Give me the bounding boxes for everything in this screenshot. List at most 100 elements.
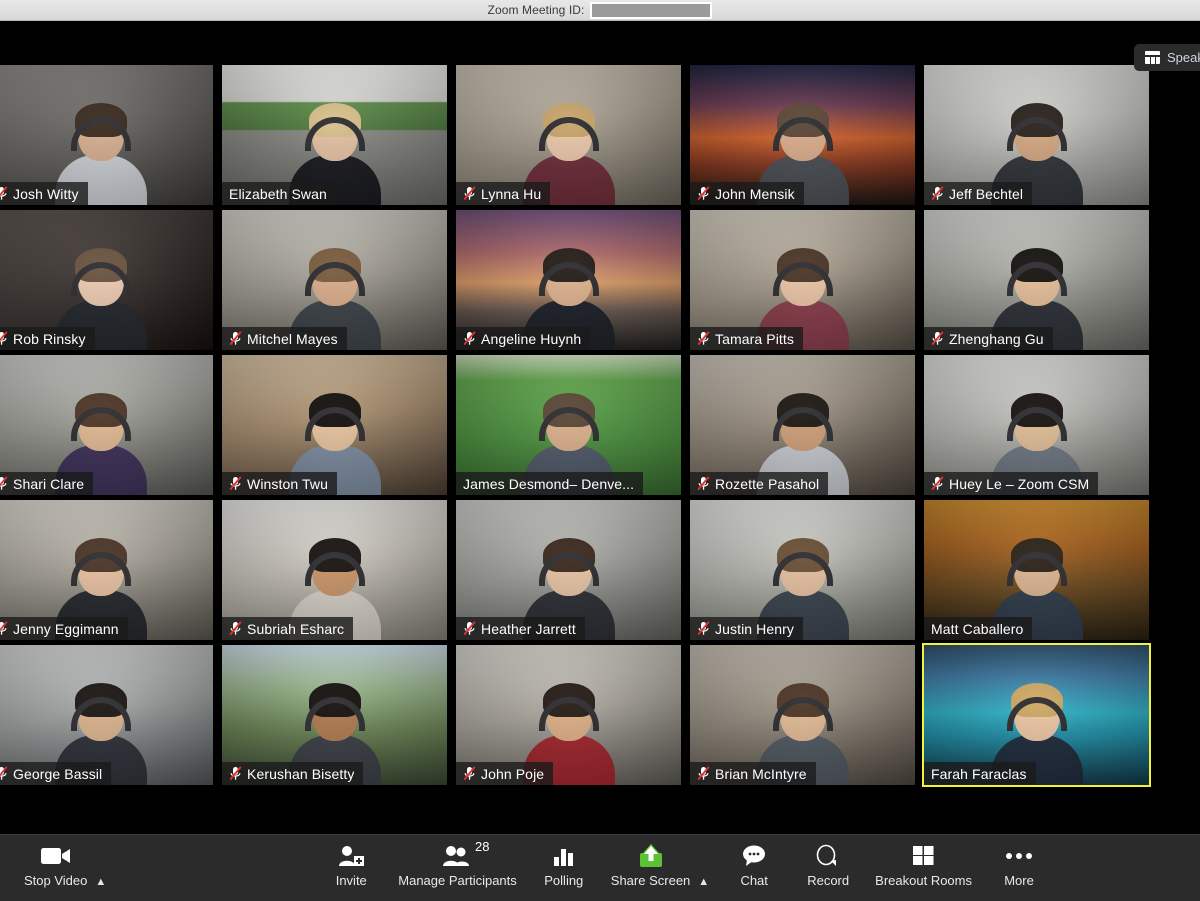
participant-nameplate: Zhenghang Gu <box>924 327 1053 350</box>
participant-nameplate: James Desmond– Denve... <box>456 472 644 495</box>
grid-view-icon <box>1145 51 1161 64</box>
manage-participants-label: Manage Participants <box>398 873 517 888</box>
participant-tile[interactable]: Jenny Eggimann <box>0 500 213 640</box>
muted-microphone-icon <box>931 331 944 346</box>
participant-nameplate: Huey Le – Zoom CSM <box>924 472 1099 495</box>
chat-label: Chat <box>740 873 768 888</box>
participant-tile[interactable]: Huey Le – Zoom CSM <box>924 355 1149 495</box>
muted-microphone-icon <box>463 621 476 636</box>
polling-button[interactable]: Polling <box>527 835 601 888</box>
participant-name: Subriah Esharc <box>247 620 345 637</box>
participant-name: Angeline Huynh <box>481 330 582 347</box>
participant-nameplate: Jeff Bechtel <box>924 182 1033 205</box>
participant-tile[interactable]: George Bassil <box>0 645 213 785</box>
participant-nameplate: Jenny Eggimann <box>0 617 128 640</box>
share-screen-button[interactable]: Share Screen <box>601 835 701 888</box>
participant-tile[interactable]: Brian McIntyre <box>690 645 915 785</box>
participant-tile[interactable]: Tamara Pitts <box>690 210 915 350</box>
participant-name: Mitchel Mayes <box>247 330 338 347</box>
people-icon: 28 <box>442 839 490 869</box>
chat-bubble-icon <box>741 842 767 869</box>
participant-name: Elizabeth Swan <box>229 185 327 202</box>
record-circle-icon <box>815 842 841 869</box>
muted-microphone-icon <box>463 766 476 781</box>
participant-tile[interactable]: Elizabeth Swan <box>222 65 447 205</box>
invite-label: Invite <box>335 873 367 888</box>
participant-nameplate: Farah Faraclas <box>924 762 1036 785</box>
participant-tile[interactable]: Josh Witty <box>0 65 213 205</box>
muted-microphone-icon <box>697 476 710 491</box>
participant-tile[interactable]: Subriah Esharc <box>222 500 447 640</box>
record-button[interactable]: Record <box>791 835 865 888</box>
participant-name: Rozette Pasahol <box>715 475 820 492</box>
participant-nameplate: Subriah Esharc <box>222 617 354 640</box>
participant-name: Zhenghang Gu <box>949 330 1044 347</box>
participant-nameplate: Heather Jarrett <box>456 617 585 640</box>
participant-name: Winston Twu <box>247 475 328 492</box>
muted-microphone-icon <box>697 766 710 781</box>
participant-name: Justin Henry <box>715 620 795 637</box>
participant-tile[interactable]: John Mensik <box>690 65 915 205</box>
muted-microphone-icon <box>463 331 476 346</box>
muted-microphone-icon <box>697 186 710 201</box>
meeting-id-label: Zoom Meeting ID: <box>487 3 585 17</box>
manage-participants-button[interactable]: 28 Manage Participants <box>388 835 527 888</box>
participant-tile[interactable]: Shari Clare <box>0 355 213 495</box>
muted-microphone-icon <box>931 476 944 491</box>
participant-name: Jenny Eggimann <box>13 620 119 637</box>
chat-button[interactable]: Chat <box>717 835 791 888</box>
muted-microphone-icon <box>0 186 8 201</box>
participant-name: Josh Witty <box>13 185 79 202</box>
participant-tile[interactable]: Lynna Hu <box>456 65 681 205</box>
participant-nameplate: Justin Henry <box>690 617 804 640</box>
participant-name: Shari Clare <box>13 475 85 492</box>
view-switch-button[interactable]: Speaker View <box>1134 44 1200 71</box>
participant-nameplate: Josh Witty <box>0 182 88 205</box>
participant-tile[interactable]: Rob Rinsky <box>0 210 213 350</box>
participant-tile[interactable]: Matt Caballero <box>924 500 1149 640</box>
participant-tile[interactable]: Angeline Huynh <box>456 210 681 350</box>
breakout-rooms-button[interactable]: Breakout Rooms <box>865 835 982 888</box>
participant-nameplate: John Mensik <box>690 182 804 205</box>
participant-name: Brian McIntyre <box>715 765 807 782</box>
participant-count-badge: 28 <box>475 839 490 854</box>
participant-tile[interactable]: Farah Faraclas <box>922 643 1151 787</box>
participant-nameplate: John Poje <box>456 762 554 785</box>
more-button[interactable]: More <box>982 835 1056 888</box>
gallery-grid: Josh Witty Elizabeth Swan Lynna Hu John M… <box>0 65 1200 790</box>
participant-nameplate: George Bassil <box>0 762 112 785</box>
participant-tile[interactable]: Heather Jarrett <box>456 500 681 640</box>
participant-name: Farah Faraclas <box>931 765 1027 782</box>
participant-nameplate: Matt Caballero <box>924 617 1033 640</box>
muted-microphone-icon <box>0 331 8 346</box>
participant-tile[interactable]: James Desmond– Denve... <box>456 355 681 495</box>
participant-tile[interactable]: Justin Henry <box>690 500 915 640</box>
view-switch-label: Speaker View <box>1167 50 1200 65</box>
participant-tile[interactable]: Jeff Bechtel <box>924 65 1149 205</box>
participant-tile[interactable]: Kerushan Bisetty <box>222 645 447 785</box>
participant-nameplate: Brian McIntyre <box>690 762 816 785</box>
participant-tile[interactable]: Mitchel Mayes <box>222 210 447 350</box>
invite-button[interactable]: Invite <box>314 835 388 888</box>
stop-video-label: Stop Video <box>24 873 88 888</box>
participant-nameplate: Shari Clare <box>0 472 94 495</box>
participant-name: Heather Jarrett <box>481 620 576 637</box>
muted-microphone-icon <box>0 476 8 491</box>
stop-video-button[interactable]: Stop Video <box>14 835 97 888</box>
participant-tile[interactable]: John Poje <box>456 645 681 785</box>
participant-name: John Mensik <box>715 185 795 202</box>
participant-nameplate: Lynna Hu <box>456 182 551 205</box>
participant-tile[interactable]: Rozette Pasahol <box>690 355 915 495</box>
participant-tile[interactable]: Zhenghang Gu <box>924 210 1149 350</box>
participant-tile[interactable]: Winston Twu <box>222 355 447 495</box>
participant-name: Matt Caballero <box>931 620 1024 637</box>
participant-name: Tamara Pitts <box>715 330 794 347</box>
muted-microphone-icon <box>931 186 944 201</box>
participant-name: Kerushan Bisetty <box>247 765 355 782</box>
participant-name: James Desmond– Denve... <box>463 475 635 492</box>
participant-nameplate: Angeline Huynh <box>456 327 591 350</box>
participant-name: George Bassil <box>13 765 103 782</box>
muted-microphone-icon <box>229 331 242 346</box>
muted-microphone-icon <box>229 621 242 636</box>
muted-microphone-icon <box>697 331 710 346</box>
